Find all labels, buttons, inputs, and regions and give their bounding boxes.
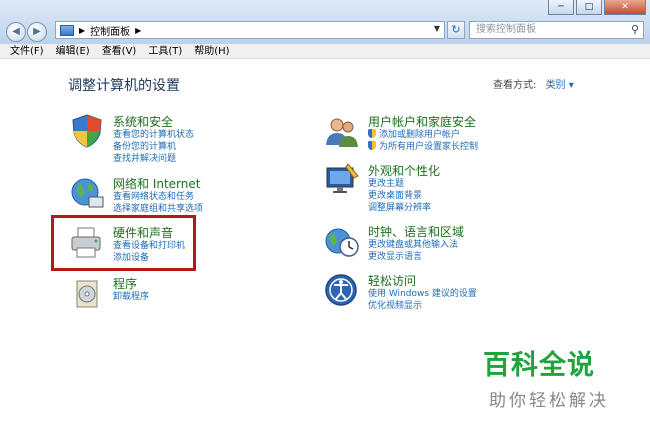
link-optimize-display[interactable]: 优化视频显示 xyxy=(368,300,477,312)
category-title[interactable]: 轻松访问 xyxy=(368,272,416,289)
users-icon xyxy=(326,118,358,147)
shield-icon xyxy=(72,114,102,148)
view-by-label: 查看方式: xyxy=(493,80,537,91)
appearance-monitor-icon xyxy=(326,163,359,193)
watermark-subtitle: 助你轻松解决 xyxy=(489,391,609,411)
menu-tools[interactable]: 工具(T) xyxy=(142,44,188,58)
link-network-status[interactable]: 查看网络状态和任务 xyxy=(113,191,203,203)
maximize-button[interactable]: □ xyxy=(576,0,602,15)
category-title[interactable]: 网络和 Internet xyxy=(113,175,200,192)
menu-help[interactable]: 帮助(H) xyxy=(188,44,235,58)
link-backup-computer[interactable]: 备份您的计算机 xyxy=(113,141,194,153)
link-change-display-language[interactable]: 更改显示语言 xyxy=(368,251,458,263)
forward-button[interactable]: ▶ xyxy=(27,22,47,42)
link-screen-resolution[interactable]: 调整屏幕分辨率 xyxy=(368,202,431,214)
link-parental-controls[interactable]: 为所有用户设置家长控制 xyxy=(368,141,478,153)
clock-globe-icon xyxy=(325,228,359,257)
search-placeholder: 搜索控制面板 xyxy=(476,24,536,35)
search-input[interactable]: 搜索控制面板 ⚲ xyxy=(469,21,644,39)
link-change-theme[interactable]: 更改主题 xyxy=(368,178,431,190)
category-title[interactable]: 系统和安全 xyxy=(113,113,173,130)
minimize-button[interactable]: ─ xyxy=(548,0,574,15)
accessibility-icon xyxy=(325,274,357,306)
link-add-remove-accounts[interactable]: 添加或删除用户帐户 xyxy=(368,129,478,141)
close-button[interactable]: ✕ xyxy=(604,0,646,15)
title-bar: ─ □ ✕ ◀ ▶ ▶ 控制面板 ▶ ▼ ↻ 搜索控制面板 ⚲ xyxy=(0,0,650,49)
menu-edit[interactable]: 编辑(E) xyxy=(50,44,96,58)
refresh-button[interactable]: ↻ xyxy=(447,21,465,39)
category-title[interactable]: 用户帐户和家庭安全 xyxy=(368,113,476,130)
category-title[interactable]: 外观和个性化 xyxy=(368,162,440,179)
link-troubleshoot[interactable]: 查找并解决问题 xyxy=(113,153,194,165)
chevron-down-icon[interactable]: ▼ xyxy=(434,24,440,33)
link-change-desktop-bg[interactable]: 更改桌面背景 xyxy=(368,190,431,202)
menu-view[interactable]: 查看(V) xyxy=(96,44,143,58)
globe-network-icon xyxy=(71,178,104,208)
watermark-title: 百科全说 xyxy=(483,350,595,381)
programs-icon xyxy=(76,280,98,308)
window-controls: ─ □ ✕ xyxy=(548,0,646,15)
view-by-dropdown[interactable]: 类别 ▾ xyxy=(546,80,574,91)
category-title[interactable]: 程序 xyxy=(113,275,137,292)
view-by: 查看方式: 类别 ▾ xyxy=(493,76,574,91)
back-button[interactable]: ◀ xyxy=(6,22,26,42)
watermark: 百科全说 助你轻松解决 xyxy=(483,343,609,411)
link-homegroup-sharing[interactable]: 选择家庭组和共享选项 xyxy=(113,203,203,215)
page-title: 调整计算机的设置 xyxy=(68,78,180,94)
search-icon[interactable]: ⚲ xyxy=(631,22,639,38)
uac-shield-icon xyxy=(368,141,376,150)
highlight-box xyxy=(51,215,196,271)
uac-shield-icon xyxy=(368,129,376,138)
breadcrumb-arrow-icon: ▶ xyxy=(79,25,86,35)
menu-bar: 文件(F) 编辑(E) 查看(V) 工具(T) 帮助(H) xyxy=(0,44,650,59)
link-view-computer-status[interactable]: 查看您的计算机状态 xyxy=(113,129,194,141)
link-recommended-settings[interactable]: 使用 Windows 建议的设置 xyxy=(368,288,477,300)
breadcrumb-arrow-icon: ▶ xyxy=(135,25,142,35)
control-panel-icon xyxy=(60,24,74,36)
breadcrumb-control-panel[interactable]: 控制面板 xyxy=(90,23,130,38)
link-change-keyboard[interactable]: 更改键盘或其他输入法 xyxy=(368,239,458,251)
link-uninstall-program[interactable]: 卸载程序 xyxy=(113,291,149,303)
category-title[interactable]: 时钟、语言和区域 xyxy=(368,223,464,240)
address-bar[interactable]: ▶ 控制面板 ▶ ▼ xyxy=(55,21,445,39)
menu-file[interactable]: 文件(F) xyxy=(4,44,50,58)
main-content: 调整计算机的设置 查看方式: 类别 ▾ 系统和安全 查看您的计算机状态 备份您的… xyxy=(0,60,650,432)
